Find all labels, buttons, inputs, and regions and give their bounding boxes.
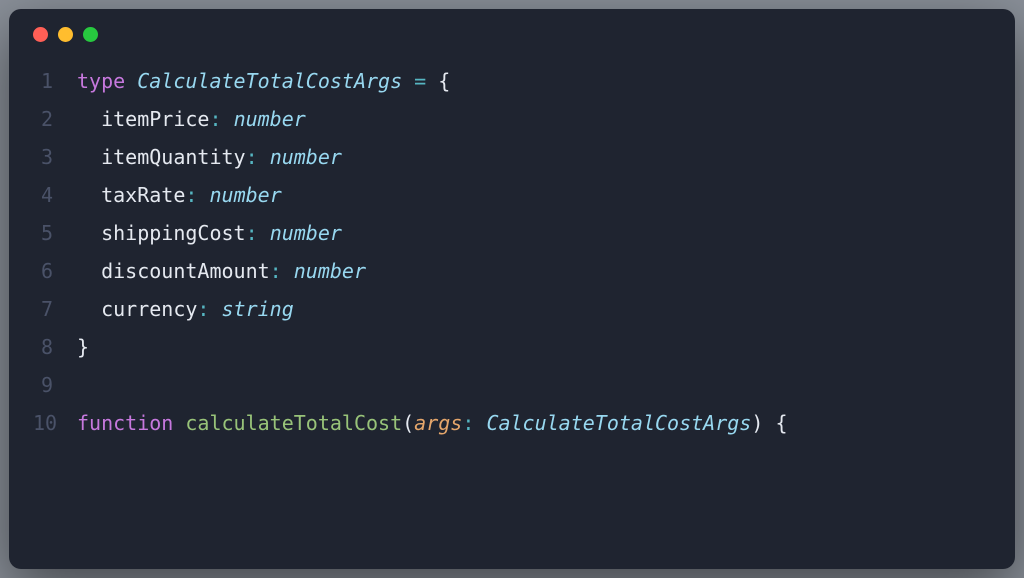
line-number: 4 <box>33 176 77 214</box>
type-annotation: number <box>294 259 366 283</box>
brace-open: { <box>775 411 787 435</box>
type-annotation: number <box>234 107 306 131</box>
code-content: shippingCost: number <box>77 214 991 252</box>
type-name: CalculateTotalCostArgs <box>486 411 751 435</box>
colon: : <box>209 107 221 131</box>
line-number: 7 <box>33 290 77 328</box>
colon: : <box>197 297 209 321</box>
keyword-function: function <box>77 411 173 435</box>
code-line: 6 discountAmount: number <box>33 252 991 290</box>
code-content: } <box>77 328 991 366</box>
brace-open: { <box>438 69 450 93</box>
colon: : <box>462 411 474 435</box>
paren-open: ( <box>402 411 414 435</box>
type-annotation: number <box>270 221 342 245</box>
code-content: itemQuantity: number <box>77 138 991 176</box>
colon: : <box>185 183 197 207</box>
paren-close: ) <box>751 411 763 435</box>
code-content: function calculateTotalCost(args: Calcul… <box>77 404 991 442</box>
code-editor[interactable]: 1 type CalculateTotalCostArgs = { 2 item… <box>9 62 1015 442</box>
code-content: taxRate: number <box>77 176 991 214</box>
type-annotation: string <box>222 297 294 321</box>
line-number: 1 <box>33 62 77 100</box>
code-content: discountAmount: number <box>77 252 991 290</box>
operator-equals: = <box>402 69 438 93</box>
property-name: currency <box>101 297 197 321</box>
code-content: currency: string <box>77 290 991 328</box>
property-name: shippingCost <box>101 221 246 245</box>
code-line: 10 function calculateTotalCost(args: Cal… <box>33 404 991 442</box>
minimize-icon[interactable] <box>58 27 73 42</box>
code-line: 9 <box>33 366 991 404</box>
code-content <box>77 366 991 404</box>
function-name: calculateTotalCost <box>185 411 402 435</box>
type-annotation: number <box>209 183 281 207</box>
type-name: CalculateTotalCostArgs <box>137 69 402 93</box>
code-content: itemPrice: number <box>77 100 991 138</box>
property-name: itemPrice <box>101 107 209 131</box>
parameter-name: args <box>414 411 462 435</box>
code-line: 7 currency: string <box>33 290 991 328</box>
line-number: 2 <box>33 100 77 138</box>
code-line: 3 itemQuantity: number <box>33 138 991 176</box>
line-number: 8 <box>33 328 77 366</box>
code-content: type CalculateTotalCostArgs = { <box>77 62 991 100</box>
type-annotation: number <box>270 145 342 169</box>
code-line: 1 type CalculateTotalCostArgs = { <box>33 62 991 100</box>
property-name: discountAmount <box>101 259 270 283</box>
line-number: 6 <box>33 252 77 290</box>
keyword-type: type <box>77 69 125 93</box>
line-number: 9 <box>33 366 77 404</box>
close-icon[interactable] <box>33 27 48 42</box>
code-line: 8 } <box>33 328 991 366</box>
line-number: 5 <box>33 214 77 252</box>
colon: : <box>246 145 258 169</box>
code-window: 1 type CalculateTotalCostArgs = { 2 item… <box>9 9 1015 569</box>
code-line: 4 taxRate: number <box>33 176 991 214</box>
brace-close: } <box>77 335 89 359</box>
line-number: 10 <box>33 404 77 442</box>
code-line: 5 shippingCost: number <box>33 214 991 252</box>
colon: : <box>270 259 282 283</box>
property-name: taxRate <box>101 183 185 207</box>
maximize-icon[interactable] <box>83 27 98 42</box>
line-number: 3 <box>33 138 77 176</box>
property-name: itemQuantity <box>101 145 246 169</box>
colon: : <box>246 221 258 245</box>
titlebar <box>9 27 1015 62</box>
code-line: 2 itemPrice: number <box>33 100 991 138</box>
